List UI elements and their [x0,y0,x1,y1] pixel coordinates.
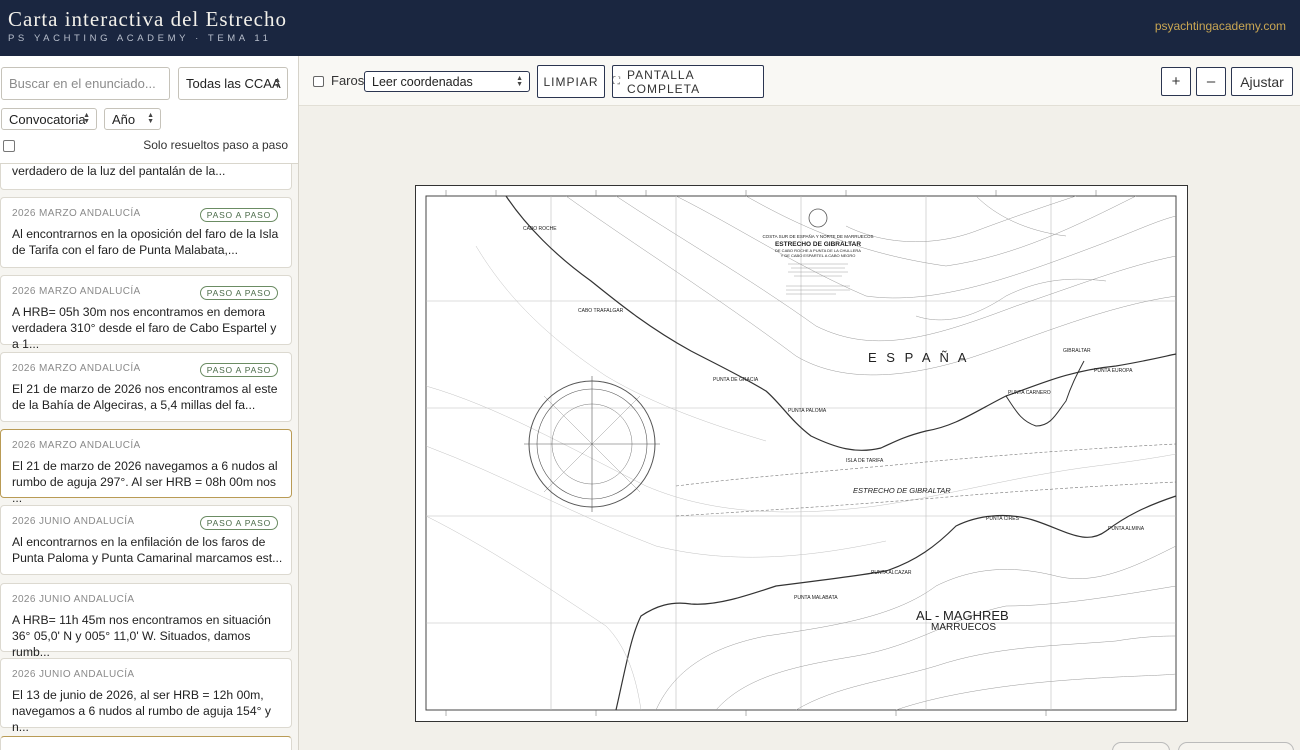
site-link[interactable]: psyachtingacademy.com [1155,19,1286,33]
filter-panel: Todas las CCAA ▲▼ Convocatoria ▲▼ Año ▲▼… [0,56,298,164]
exercise-card-meta: 2026 MARZO ANDALUCÍA [12,363,141,374]
exercise-card[interactable]: 2026 MARZO ANDALUCÍA PASO A PASO Al enco… [0,197,292,268]
map-toolbar: Faros Leer coordenadas ▲ ▼ LIMPIAR ⛶ PANT… [299,56,1300,106]
map-label-punta-gracia: PUNTA DE GRACIA [713,377,759,383]
map-label-isla-tarifa: ISLA DE TARIFA [846,458,884,464]
limpiar-button[interactable]: LIMPIAR [537,65,605,98]
exercise-card-meta: 2026 MARZO ANDALUCÍA [12,286,141,297]
map-viewer[interactable]: COSTA SUR DE ESPAÑA Y NORTE DE MARRUECOS… [300,107,1300,750]
exercise-card-text: Al encontrarnos en la oposición del faro… [12,227,279,257]
nautical-chart[interactable]: COSTA SUR DE ESPAÑA Y NORTE DE MARRUECOS… [415,185,1188,722]
chart-title-line: COSTA SUR DE ESPAÑA Y NORTE DE MARRUECOS [762,233,873,239]
map-label-gibraltar: GIBRALTAR [1063,348,1091,354]
chevron-updown-icon: ▲ ▼ [274,76,281,90]
map-label-espana: E S P A Ñ A [868,350,969,365]
map-label-punta-alcazar: PUNTA ALCAZAR [871,570,912,576]
app-subtitle: PS YACHTING ACADEMY · TEMA 11 [8,33,272,44]
exercise-card-text: Al encontrarnos en la enfilación de los … [12,535,283,565]
fullscreen-button-label: PANTALLA COMPLETA [627,67,701,96]
exercise-card[interactable]: 2026 MARZO ANDALUCÍA PASO A PASO A HRB= … [0,275,292,351]
chevron-updown-icon: ▲ ▼ [83,112,90,125]
exercise-card[interactable]: 2026 JUNIO ANDALUCÍA A HRB= 11h 45m nos … [0,583,292,659]
exercise-card-meta: 2026 JUNIO ANDALUCÍA [12,669,135,680]
exercise-card-text: A HRB= 05h 30m nos encontramos en demora… [12,305,277,351]
paso-a-paso-badge: PASO A PASO [199,208,278,222]
fullscreen-button[interactable]: ⛶ PANTALLA COMPLETA [612,65,764,98]
zoom-in-button[interactable]: + [1161,67,1191,96]
app-title: Carta interactiva del Estrecho [8,7,287,31]
zoom-out-button[interactable]: – [1196,67,1226,96]
paso-a-paso-badge: PASO A PASO [199,286,278,300]
exercise-card-text: El 21 de marzo de 2026 nos encontramos a… [12,382,278,412]
map-label-punta-carnero: PUNTA CARNERO [1008,390,1051,396]
chevron-updown-icon: ▲ ▼ [147,112,154,125]
morocco-coastline [615,495,1177,711]
exercise-card-text: A HRB= 11h 45m nos encontramos en situac… [12,613,271,659]
map-label-maghreb: AL - MAGHREB [916,608,1009,623]
exercise-card-meta: 2026 MARZO ANDALUCÍA [12,208,141,219]
ano-select[interactable]: Año ▲ ▼ [104,108,161,130]
chart-title-block: COSTA SUR DE ESPAÑA Y NORTE DE MARRUECOS… [762,208,874,295]
coordinate-mode-select[interactable]: Leer coordenadas ▲ ▼ [364,71,530,92]
limpiar-button-label: LIMPIAR [543,74,599,89]
ccaa-select[interactable]: Todas las CCAA ▲ ▼ [178,67,288,100]
map-label-punta-paloma: PUNTA PALOMA [788,408,827,414]
map-label-punta-malabata: PUNTA MALABATA [794,595,838,601]
search-input[interactable] [1,67,170,100]
graticule-lines [426,196,1176,710]
exercise-card-meta: 2026 JUNIO ANDALUCÍA [12,594,135,605]
solo-paso-a-paso-label: Solo resueltos paso a paso [143,138,288,152]
exercise-card-meta: 2026 JUNIO ANDALUCÍA [12,516,135,527]
paso-a-paso-badge: PASO A PASO [199,363,278,377]
map-label-marruecos: MARRUECOS [931,622,996,633]
coordinate-mode-value: Leer coordenadas [372,74,473,89]
convocatoria-select-value: Convocatoria [9,111,86,127]
ano-select-value: Año [112,111,136,127]
morocco-relief [655,545,1177,711]
map-label-punta-europa: PUNTA EUROPA [1094,368,1133,374]
faros-label: Faros [331,73,365,88]
exercise-card-meta: 2026 MARZO ANDALUCÍA [12,440,141,451]
ccaa-select-value: Todas las CCAA [186,76,281,91]
exercise-card-text: verdadero de la luz del pantalán de la..… [12,164,226,178]
fullscreen-icon: ⛶ [613,76,621,87]
chevron-updown-icon: ▲ ▼ [516,74,523,88]
map-label-cabo-trafalgar: CABO TRAFALGAR [578,308,624,314]
ajustar-button[interactable]: Ajustar [1231,67,1293,96]
map-label-estrecho: ESTRECHO DE GIBRALTAR [853,486,951,495]
chart-title-line: ESTRECHO DE GIBRALTAR [775,241,861,248]
exercise-card-text: El 21 de marzo de 2026 navegamos a 6 nud… [12,459,278,505]
exercise-sidebar: Todas las CCAA ▲▼ Convocatoria ▲▼ Año ▲▼… [0,56,299,750]
exercise-card[interactable]: 2026 JUNIO ANDALUCÍA El 13 de junio de 2… [0,658,292,734]
viewer-bottom-control[interactable] [1178,742,1294,750]
map-label-punta-cires: PUNTA CIRES [986,516,1020,522]
viewer-bottom-control[interactable] [1112,742,1170,750]
map-label-cabo-roche: CABO ROCHE [523,226,557,232]
convocatoria-select[interactable]: Convocatoria ▲ ▼ [1,108,97,130]
exercise-card[interactable]: 2026 JUNIO ANDALUCÍA PASO A PASO Al enco… [0,505,292,575]
faros-checkbox[interactable] [313,76,324,87]
app-header: Carta interactiva del Estrecho PS YACHTI… [0,0,1300,56]
nautical-chart-drawing: COSTA SUR DE ESPAÑA Y NORTE DE MARRUECOS… [425,190,1177,716]
exercise-card-selected[interactable]: 2026 MARZO ANDALUCÍA El 21 de marzo de 2… [0,429,292,505]
solo-paso-a-paso-checkbox[interactable] [3,140,15,152]
paso-a-paso-badge: PASO A PASO [199,516,278,530]
compass-rose [524,376,660,512]
exercise-card-text: El 13 de junio de 2026, al ser HRB = 12h… [12,688,271,734]
exercise-card[interactable] [0,736,292,750]
exercise-card[interactable]: 2026 MARZO ANDALUCÍA PASO A PASO El 21 d… [0,352,292,422]
map-label-punta-almina: PUNTA ALMINA [1108,526,1145,532]
chart-title-line: Y DE CABO ESPARTEL A CABO NEGRO [781,253,856,258]
